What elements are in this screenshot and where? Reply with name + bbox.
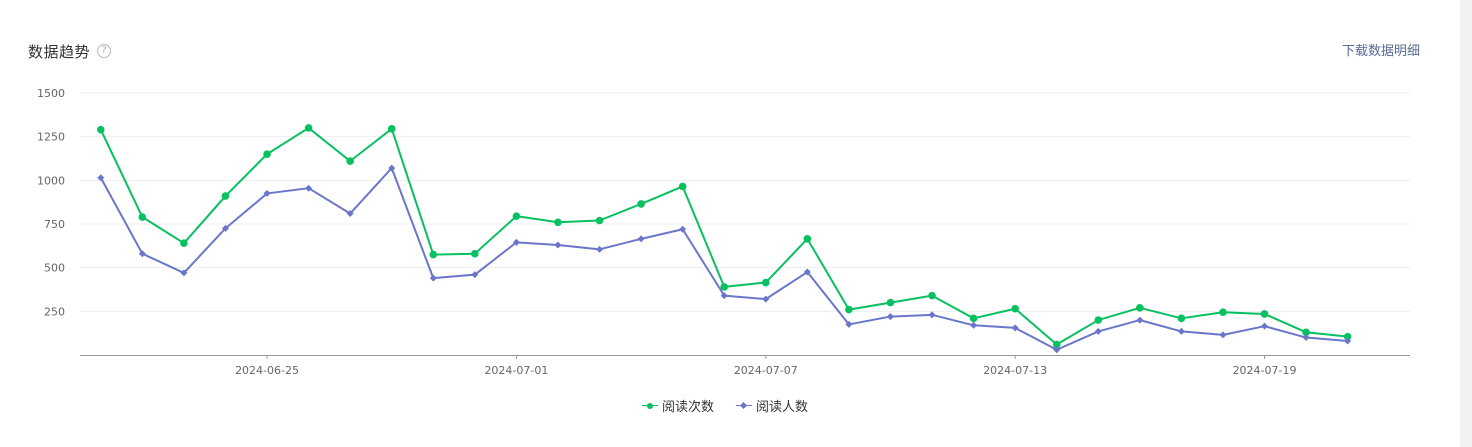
data-point — [1177, 327, 1185, 335]
data-point — [1094, 327, 1102, 335]
data-point — [1219, 308, 1227, 317]
x-tick-label: 2024-07-13 — [983, 364, 1047, 377]
y-tick-label: 1250 — [37, 131, 65, 144]
data-point — [1011, 304, 1019, 313]
legend-marker-circle — [641, 400, 658, 412]
y-tick-label: 1500 — [37, 87, 65, 100]
x-tick-label: 2024-07-19 — [1233, 364, 1297, 377]
data-point — [637, 235, 645, 243]
data-point — [886, 298, 895, 307]
data-point — [387, 125, 396, 133]
y-tick-label: 1000 — [37, 174, 65, 187]
legend-marker-diamond — [736, 400, 752, 412]
data-point — [761, 278, 770, 287]
x-tick-label: 2024-07-01 — [484, 364, 548, 377]
data-point — [678, 182, 687, 191]
data-point — [471, 249, 479, 258]
data-point — [928, 311, 936, 319]
data-point — [304, 124, 313, 132]
chart-legend: 阅读次数 阅读人数 — [0, 396, 1450, 415]
data-point — [429, 274, 437, 282]
x-tick-label: 2024-06-25 — [235, 364, 299, 377]
data-point — [1261, 322, 1269, 330]
data-point — [1011, 324, 1019, 332]
data-point — [595, 216, 604, 225]
data-point — [970, 321, 978, 329]
data-point — [1219, 331, 1227, 339]
data-point — [845, 305, 853, 314]
data-point — [1136, 316, 1144, 324]
series-line-1 — [99, 126, 1348, 346]
data-point — [969, 314, 978, 323]
x-tick-label: 2024-07-07 — [734, 364, 798, 377]
data-point — [928, 291, 936, 300]
legend-item-read-count[interactable]: 阅读次数 — [641, 396, 714, 415]
line-chart: 250 500 750 1000 1250 1500 2024-06-25 2024-07-0… — [37, 87, 1410, 377]
data-point — [637, 200, 645, 208]
data-point — [596, 245, 604, 253]
data-point — [1136, 304, 1144, 312]
legend-label: 阅读人数 — [756, 400, 809, 415]
data-point — [180, 239, 188, 248]
data-point — [1177, 314, 1186, 323]
data-point — [512, 212, 521, 220]
y-tick-label: 250 — [44, 305, 65, 318]
data-point — [554, 241, 562, 249]
data-point — [221, 192, 230, 200]
data-point — [138, 213, 147, 221]
data-point — [1260, 310, 1269, 318]
data-point — [803, 235, 812, 243]
legend-item-reader-count[interactable]: 阅读人数 — [736, 396, 808, 415]
data-point — [429, 250, 438, 259]
series-line-2 — [99, 167, 1348, 351]
scrollbar-track[interactable] — [1460, 0, 1472, 447]
legend-label: 阅读次数 — [661, 400, 714, 415]
data-point — [886, 313, 894, 321]
data-point — [263, 150, 271, 158]
data-point — [96, 125, 105, 134]
y-tick-label: 750 — [44, 218, 65, 231]
data-point — [554, 218, 562, 227]
data-point — [1094, 316, 1103, 324]
y-tick-label: 500 — [44, 262, 65, 275]
data-point — [346, 157, 354, 165]
